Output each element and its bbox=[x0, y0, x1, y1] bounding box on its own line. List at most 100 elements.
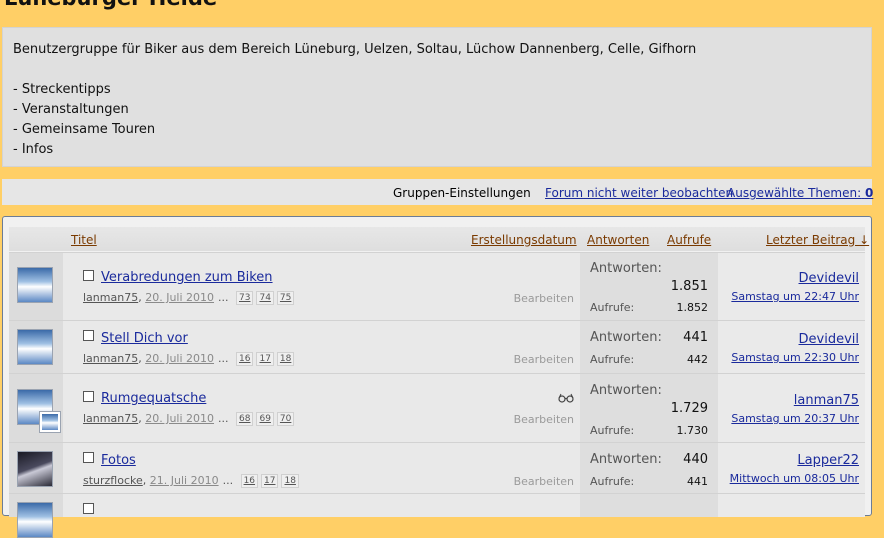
thread-meta: sturzflocke, 21. Juli 2010... 16 17 18 bbox=[83, 474, 302, 488]
replies-label: Antworten: bbox=[590, 452, 662, 467]
last-post-cell: Devidevil Samstag um 22:30 Uhr bbox=[718, 321, 865, 373]
avatar-cell bbox=[9, 374, 63, 442]
sort-by-created[interactable]: Erstellungsdatum bbox=[471, 233, 577, 247]
pages-ellipsis: ... bbox=[218, 291, 229, 304]
edit-thread-link[interactable]: Bearbeiten bbox=[514, 292, 574, 305]
page-link[interactable]: 75 bbox=[276, 291, 295, 305]
views-count: 441 bbox=[687, 475, 708, 488]
page-link[interactable]: 69 bbox=[256, 412, 274, 426]
thread-title-link[interactable]: Fotos bbox=[101, 453, 136, 468]
thread-author-link[interactable]: lanman75 bbox=[83, 412, 138, 425]
thread-author-link[interactable]: lanman75 bbox=[83, 291, 138, 304]
thread-select-checkbox[interactable] bbox=[83, 391, 94, 402]
group-settings-menu[interactable]: Gruppen-Einstellungen bbox=[393, 186, 531, 200]
thread-select-checkbox[interactable] bbox=[83, 452, 94, 463]
user-avatar-icon[interactable] bbox=[17, 329, 53, 365]
thread-stats-cell bbox=[580, 494, 718, 517]
glasses-icon bbox=[558, 393, 574, 403]
description-line: - Gemeinsame Touren bbox=[13, 122, 156, 137]
thread-list-header: Titel Erstellungsdatum Antworten Aufrufe… bbox=[9, 227, 869, 251]
replies-label: Antworten: bbox=[590, 330, 662, 345]
thread-info-cell: Fotos sturzflocke, 21. Juli 2010... 16 17… bbox=[63, 443, 580, 493]
replies-label: Antworten: bbox=[590, 383, 662, 398]
thread-date-link[interactable]: 21. Juli 2010 bbox=[150, 474, 219, 487]
thread-title-link[interactable]: Verabredungen zum Biken bbox=[101, 270, 273, 285]
thread-select-checkbox[interactable] bbox=[83, 270, 94, 281]
views-count: 442 bbox=[687, 353, 708, 366]
thread-stats-cell: Antworten: 441 Aufrufe: 442 bbox=[580, 321, 718, 373]
page-link[interactable]: 70 bbox=[276, 412, 295, 426]
last-post-time-link[interactable]: Mittwoch um 08:05 Uhr bbox=[730, 472, 859, 485]
thread-date-link[interactable]: 20. Juli 2010 bbox=[145, 291, 214, 304]
views-count: 1.730 bbox=[676, 424, 709, 437]
edit-thread-link[interactable]: Bearbeiten bbox=[514, 353, 574, 366]
page-link[interactable]: 73 bbox=[236, 291, 254, 305]
views-label: Aufrufe: bbox=[590, 424, 635, 437]
page-link[interactable]: 16 bbox=[240, 474, 259, 488]
thread-select-checkbox[interactable] bbox=[83, 330, 94, 341]
replies-count: 440 bbox=[683, 452, 708, 467]
unwatch-forum-link[interactable]: Forum nicht weiter beobachten bbox=[545, 186, 733, 200]
edit-thread-link[interactable]: Bearbeiten bbox=[514, 413, 574, 426]
page-link[interactable]: 18 bbox=[276, 352, 295, 366]
group-title: Lüneburger Heide bbox=[4, 0, 217, 10]
last-post-cell: Devidevil Samstag um 22:47 Uhr bbox=[718, 253, 865, 320]
selected-threads-count: 0 bbox=[864, 186, 874, 200]
avatar-cell bbox=[9, 443, 63, 493]
last-post-user-link[interactable]: lanman75 bbox=[794, 393, 859, 408]
page-link[interactable]: 18 bbox=[281, 474, 299, 488]
user-avatar-icon[interactable] bbox=[17, 451, 53, 487]
thread-info-cell: Verabredungen zum Biken lanman75, 20. Ju… bbox=[63, 253, 580, 320]
selected-threads-link[interactable]: Ausgewählte Themen: 0 bbox=[727, 186, 873, 200]
sort-by-replies[interactable]: Antworten bbox=[587, 233, 649, 247]
last-post-user-link[interactable]: Lapper22 bbox=[797, 453, 859, 468]
page-link[interactable]: 17 bbox=[261, 474, 279, 488]
last-post-cell: Lapper22 Mittwoch um 08:05 Uhr bbox=[718, 443, 865, 493]
thread-date-link[interactable]: 20. Juli 2010 bbox=[145, 352, 214, 365]
description-line: - Veranstaltungen bbox=[13, 102, 129, 117]
thread-meta: lanman75, 20. Juli 2010... 16 17 18 bbox=[83, 352, 297, 366]
thread-date-link[interactable]: 20. Juli 2010 bbox=[145, 412, 214, 425]
avatar-cell bbox=[9, 494, 63, 538]
sort-by-last-post[interactable]: Letzter Beitrag ↓ bbox=[766, 233, 869, 247]
thread-info-cell bbox=[63, 494, 580, 517]
thread-select-checkbox[interactable] bbox=[83, 503, 94, 514]
thread-row bbox=[9, 493, 865, 538]
edit-thread-link[interactable]: Bearbeiten bbox=[514, 475, 574, 488]
thread-title-link[interactable]: Stell Dich vor bbox=[101, 331, 188, 346]
thread-stats-cell: Antworten: 1.851 Aufrufe: 1.852 bbox=[580, 253, 718, 320]
page-link[interactable]: 68 bbox=[236, 412, 254, 426]
thread-row: Stell Dich vor lanman75, 20. Juli 2010..… bbox=[9, 320, 865, 373]
thread-meta: lanman75, 20. Juli 2010... 68 69 70 bbox=[83, 412, 297, 426]
last-post-user-link[interactable]: Devidevil bbox=[799, 332, 859, 347]
page-link[interactable]: 74 bbox=[256, 291, 274, 305]
description-line: - Infos bbox=[13, 142, 54, 157]
page-link[interactable]: 17 bbox=[256, 352, 274, 366]
last-post-user-link[interactable]: Devidevil bbox=[799, 271, 859, 286]
description-line: Benutzergruppe für Biker aus dem Bereich… bbox=[13, 42, 697, 57]
page-link[interactable]: 16 bbox=[236, 352, 254, 366]
avatar-cell bbox=[9, 321, 63, 373]
thread-author-link[interactable]: lanman75 bbox=[83, 352, 138, 365]
last-poster-avatar-icon[interactable] bbox=[39, 411, 61, 433]
user-avatar-icon[interactable] bbox=[17, 267, 53, 303]
last-post-cell bbox=[718, 494, 865, 517]
sort-by-views[interactable]: Aufrufe bbox=[667, 233, 711, 247]
thread-title-link[interactable]: Rumgequatsche bbox=[101, 391, 206, 406]
views-label: Aufrufe: bbox=[590, 353, 635, 366]
last-post-time-link[interactable]: Samstag um 22:47 Uhr bbox=[731, 290, 859, 303]
user-avatar-icon[interactable] bbox=[17, 502, 53, 538]
last-post-time-link[interactable]: Samstag um 20:37 Uhr bbox=[731, 412, 859, 425]
replies-count: 441 bbox=[683, 330, 708, 345]
thread-list: Titel Erstellungsdatum Antworten Aufrufe… bbox=[2, 216, 872, 538]
pages-ellipsis: ... bbox=[218, 352, 229, 365]
pages-ellipsis: ... bbox=[218, 412, 229, 425]
thread-row: Fotos sturzflocke, 21. Juli 2010... 16 17… bbox=[9, 442, 865, 493]
description-line: - Streckentipps bbox=[13, 82, 111, 97]
last-post-time-link[interactable]: Samstag um 22:30 Uhr bbox=[731, 351, 859, 364]
views-count: 1.852 bbox=[676, 301, 709, 314]
views-label: Aufrufe: bbox=[590, 475, 635, 488]
thread-author-link[interactable]: sturzflocke bbox=[83, 474, 143, 487]
sort-by-title[interactable]: Titel bbox=[71, 233, 97, 247]
